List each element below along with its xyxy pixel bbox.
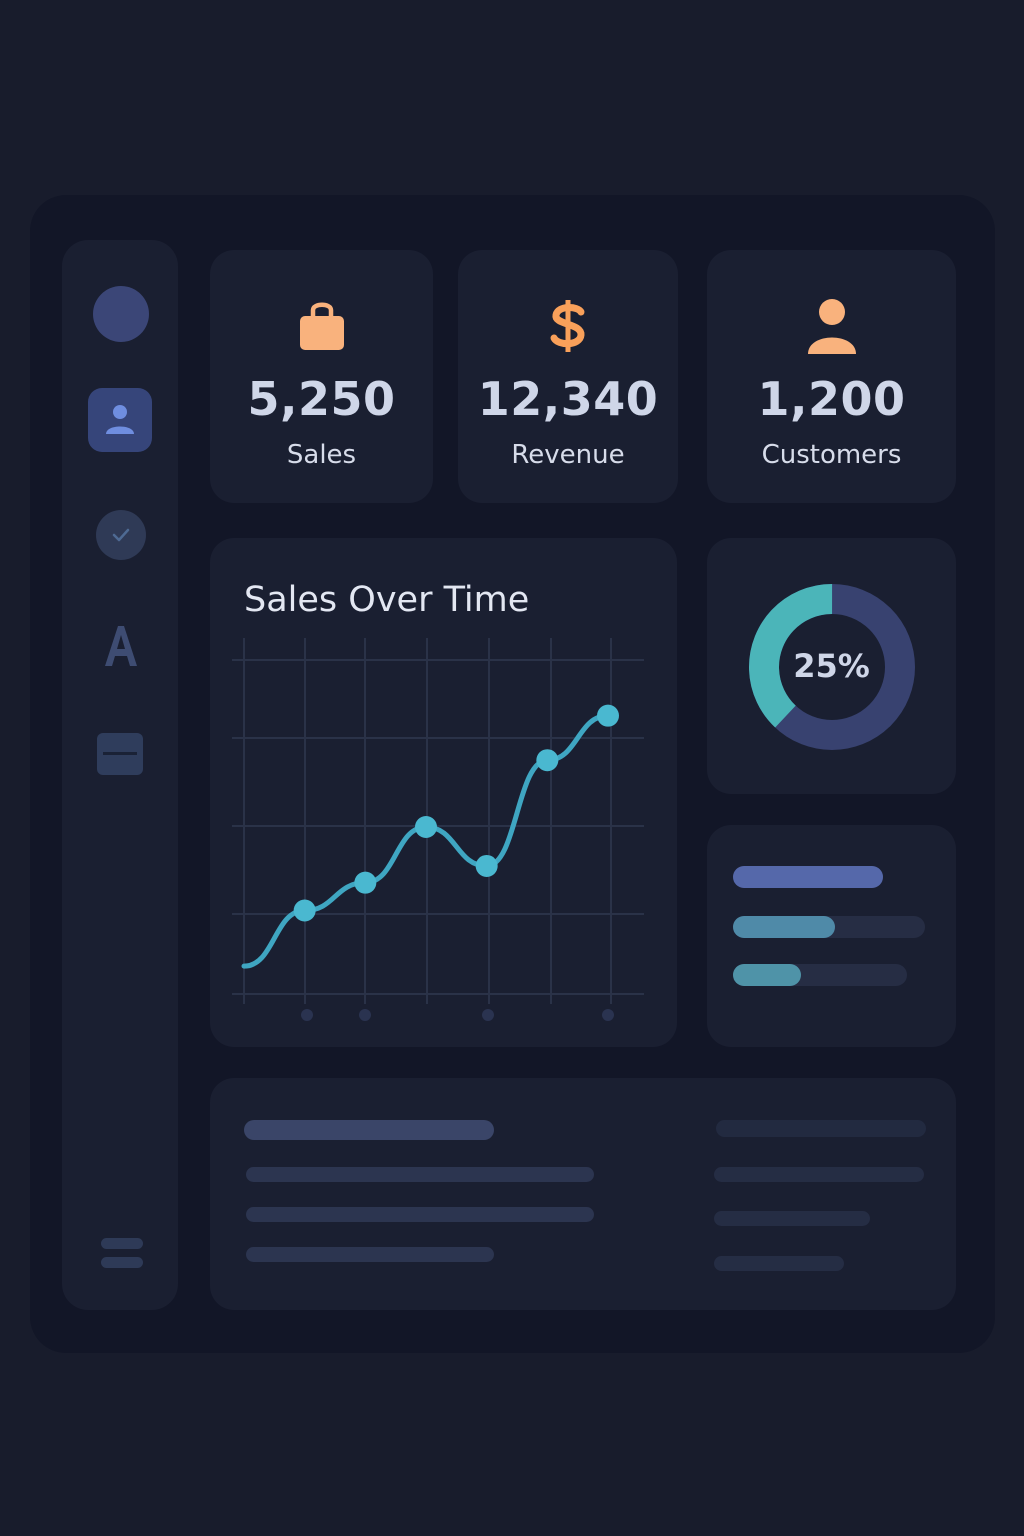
progress-bar bbox=[733, 964, 907, 986]
stat-label: Sales bbox=[286, 440, 357, 470]
card-icon bbox=[103, 752, 137, 755]
donut-card: 25% bbox=[707, 538, 956, 794]
font-icon bbox=[105, 626, 137, 666]
stat-card-customers[interactable]: 1,200 Customers bbox=[707, 250, 956, 503]
skeleton-line bbox=[246, 1207, 594, 1222]
sales-chart-card: Sales Over Time bbox=[210, 538, 677, 1047]
skeleton-line bbox=[714, 1256, 844, 1271]
axis-tick bbox=[602, 1009, 614, 1021]
sales-line-chart bbox=[232, 638, 644, 1021]
avatar[interactable] bbox=[93, 286, 149, 342]
data-point bbox=[354, 871, 377, 894]
axis-tick bbox=[359, 1009, 371, 1021]
stat-card-sales[interactable]: 5,250 Sales bbox=[210, 250, 433, 503]
data-point bbox=[597, 704, 619, 727]
data-point bbox=[536, 749, 559, 772]
stat-label: Customers bbox=[761, 440, 902, 470]
shopping-bag-icon bbox=[297, 294, 347, 358]
skeleton-line bbox=[714, 1211, 870, 1226]
axis-tick bbox=[482, 1009, 494, 1021]
stat-value: 12,340 bbox=[477, 372, 659, 426]
sidebar-item-billing[interactable] bbox=[97, 733, 143, 775]
progress-fill bbox=[733, 866, 883, 888]
check-icon bbox=[112, 528, 130, 542]
stat-card-revenue[interactable]: 12,340 Revenue bbox=[458, 250, 678, 503]
axis-tick bbox=[301, 1009, 313, 1021]
progress-fill bbox=[733, 964, 801, 986]
sidebar-item-typography[interactable] bbox=[96, 618, 146, 672]
progress-fill bbox=[733, 916, 835, 938]
sidebar-item-profile[interactable] bbox=[88, 388, 152, 452]
stat-value: 1,200 bbox=[757, 372, 906, 426]
stat-value: 5,250 bbox=[247, 372, 396, 426]
skeleton-line bbox=[246, 1247, 494, 1262]
data-point bbox=[415, 816, 437, 838]
donut-percentage: 25% bbox=[793, 647, 870, 685]
data-point bbox=[475, 854, 498, 877]
stat-label: Revenue bbox=[511, 440, 625, 470]
skeleton-line bbox=[246, 1167, 594, 1182]
details-card bbox=[210, 1078, 956, 1310]
skeleton-heading bbox=[244, 1120, 494, 1140]
skeleton-line bbox=[716, 1120, 926, 1137]
user-icon bbox=[805, 294, 859, 358]
progress-bar bbox=[733, 916, 925, 938]
progress-bar bbox=[733, 866, 883, 888]
skeleton-line bbox=[714, 1167, 924, 1182]
menu-icon[interactable] bbox=[101, 1238, 143, 1270]
dollar-icon bbox=[548, 294, 588, 358]
user-icon bbox=[106, 405, 134, 434]
sidebar-item-tasks[interactable] bbox=[96, 510, 146, 560]
progress-card bbox=[707, 825, 956, 1047]
data-point bbox=[293, 899, 316, 922]
